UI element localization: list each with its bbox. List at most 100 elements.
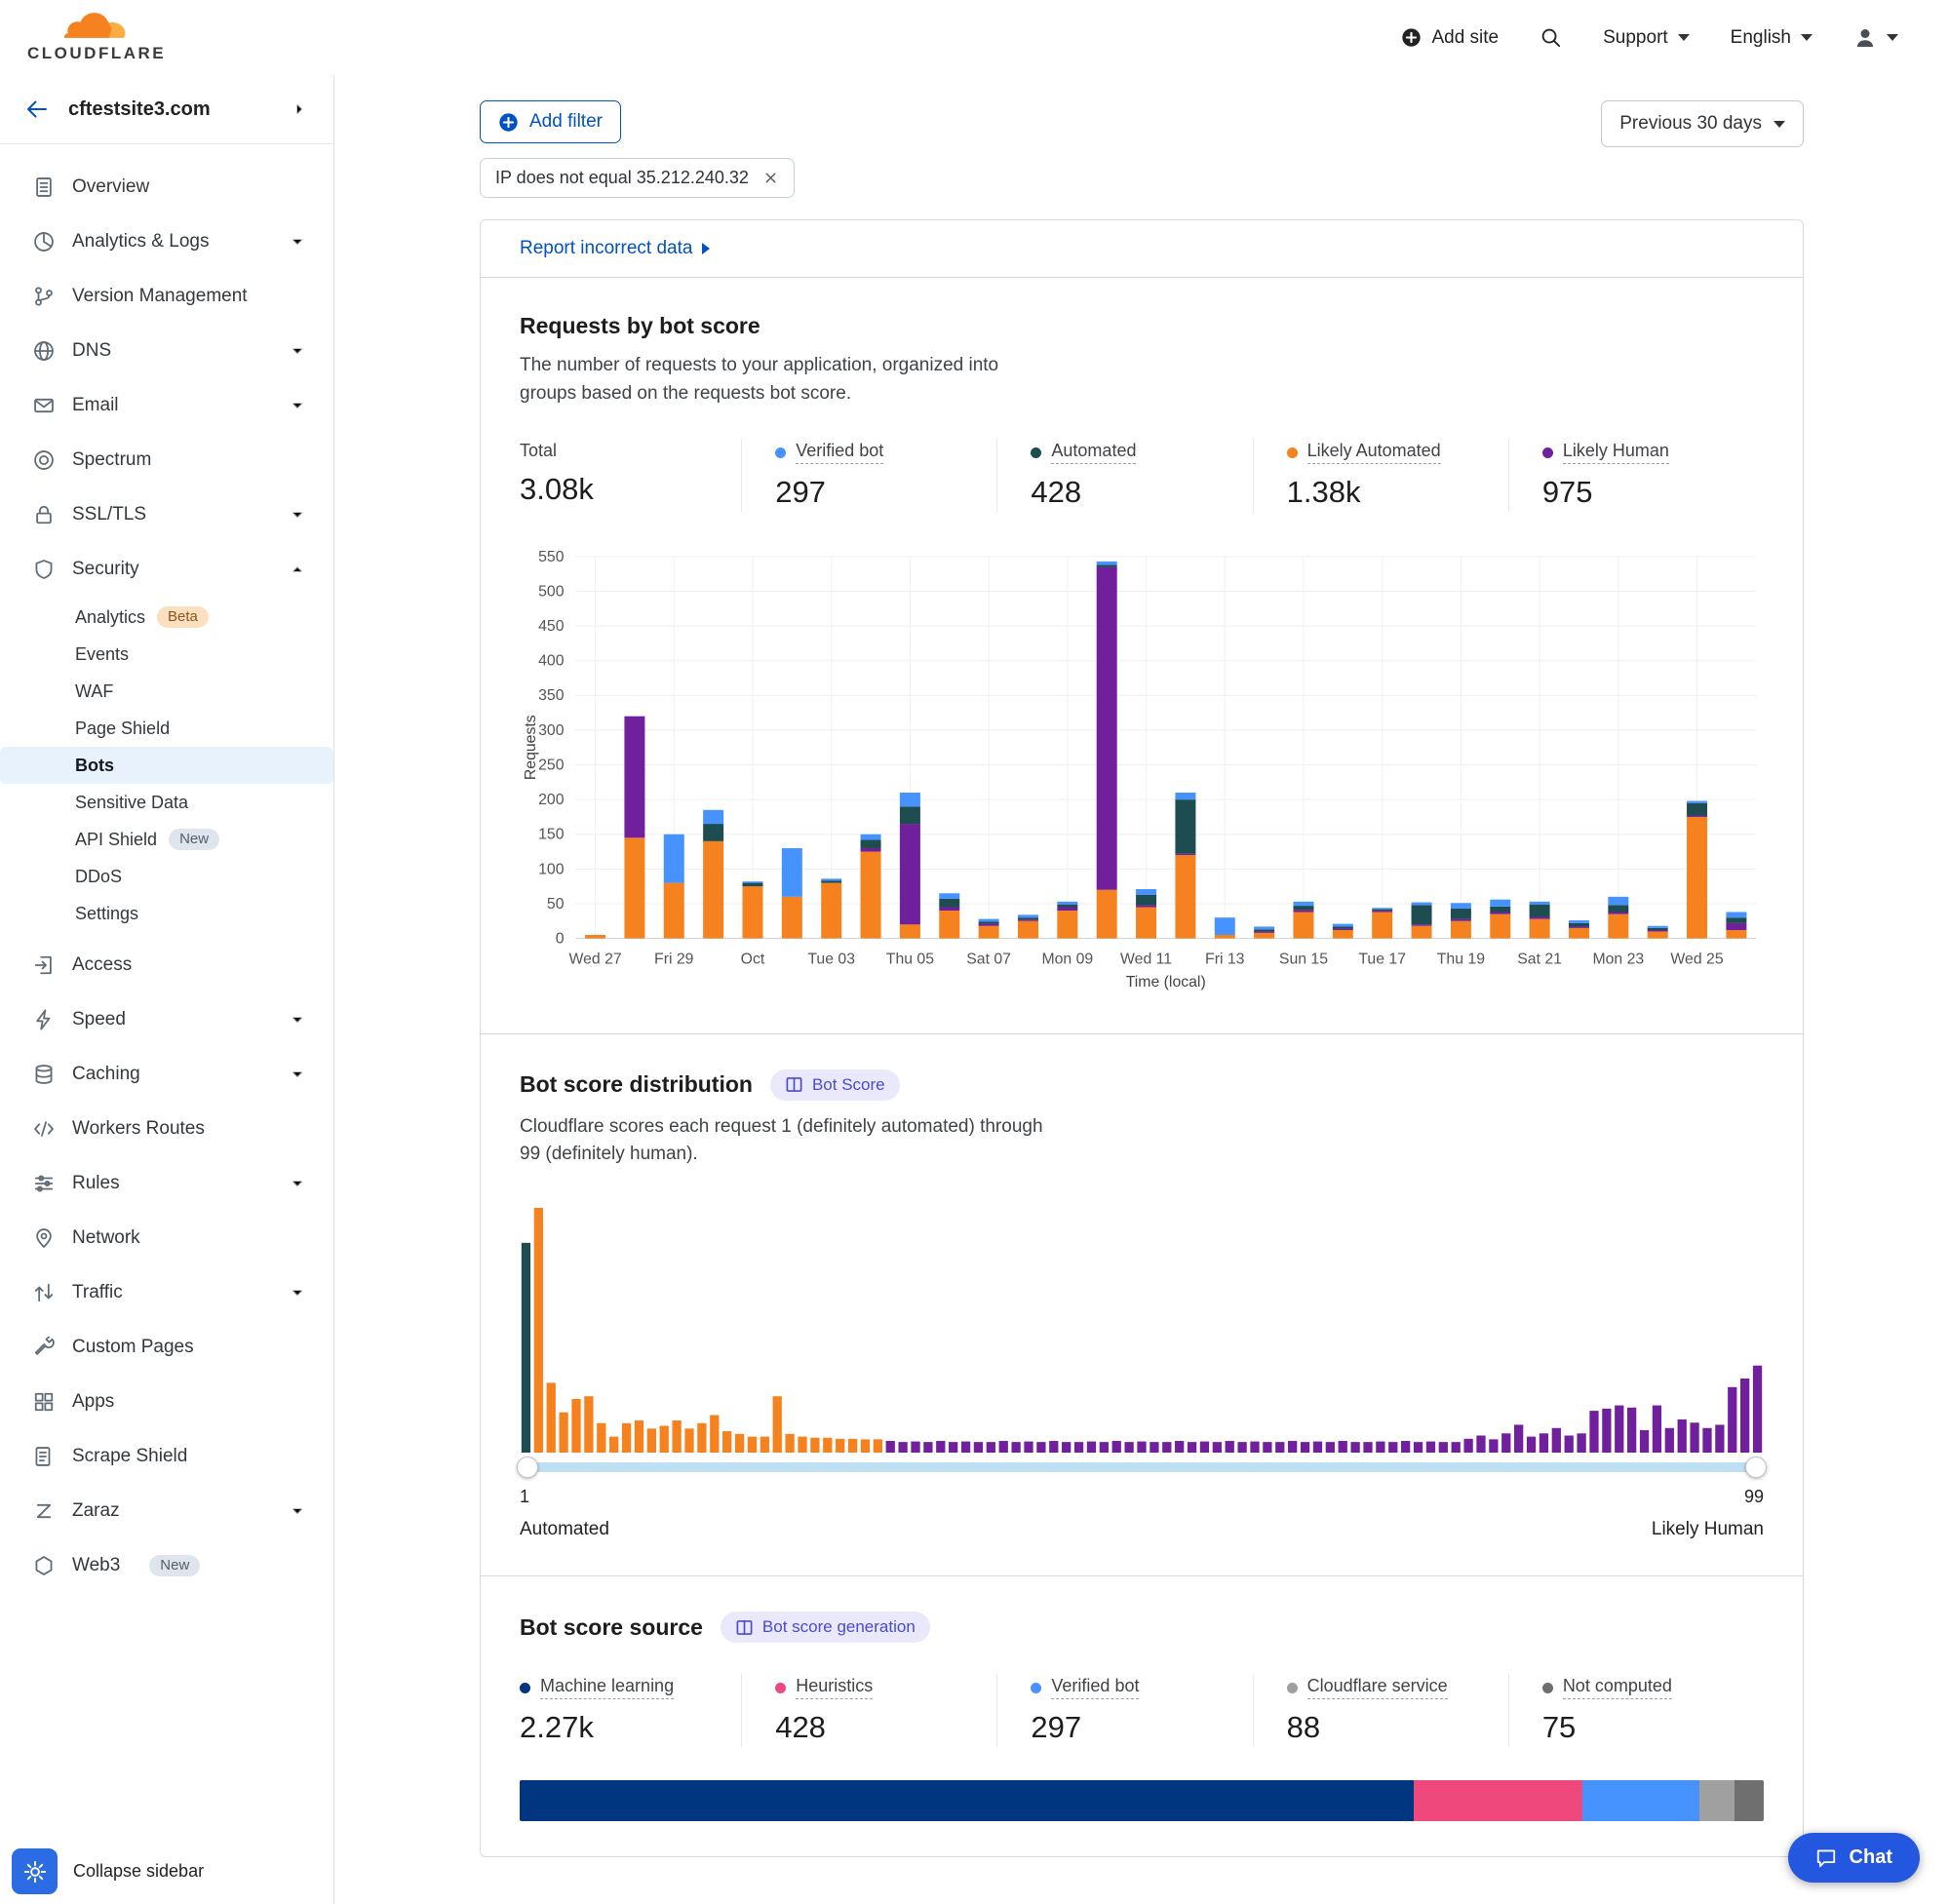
- stat-label[interactable]: Cloudflare service: [1307, 1676, 1448, 1699]
- location-pin-icon: [33, 1227, 55, 1249]
- date-range-selector[interactable]: Previous 30 days: [1601, 100, 1804, 147]
- support-label: Support: [1603, 27, 1668, 49]
- filter-toolbar: Add filter IP does not equal 35.212.240.…: [480, 100, 1804, 198]
- language-menu[interactable]: English: [1731, 27, 1813, 49]
- database-icon: [33, 1064, 55, 1085]
- back-arrow-icon[interactable]: [25, 97, 49, 121]
- sidebar-item-access[interactable]: Access: [0, 938, 333, 992]
- close-icon[interactable]: [762, 170, 779, 186]
- account-menu[interactable]: [1853, 26, 1898, 50]
- hexagon-icon: [33, 1555, 55, 1576]
- gear-icon: [23, 1860, 47, 1884]
- chat-label: Chat: [1850, 1846, 1892, 1869]
- legend-dot: [1542, 447, 1553, 458]
- filter-chip[interactable]: IP does not equal 35.212.240.32: [480, 158, 795, 198]
- stat-label[interactable]: Likely Human: [1563, 441, 1669, 464]
- chevron-down-icon: [1887, 34, 1898, 41]
- sidebar-item-label: Email: [72, 395, 271, 416]
- sidebar-item-workers-routes[interactable]: Workers Routes: [0, 1102, 333, 1156]
- sidebar-item-security-bots[interactable]: Bots: [0, 747, 333, 784]
- sidebar-item-security-api-shield[interactable]: API Shield New: [0, 821, 333, 858]
- support-menu[interactable]: Support: [1603, 27, 1690, 49]
- sidebar-item-security-sensitive-data[interactable]: Sensitive Data: [0, 784, 333, 821]
- legend-dot: [775, 1683, 786, 1693]
- slider-handle-min[interactable]: [517, 1457, 538, 1478]
- chat-button[interactable]: Chat: [1788, 1833, 1920, 1883]
- bot-score-docs-badge[interactable]: Bot Score: [770, 1069, 900, 1101]
- collapse-sidebar-button[interactable]: Collapse sidebar: [73, 1861, 204, 1882]
- source-bar-segment: [520, 1780, 1414, 1821]
- branch-icon: [33, 286, 55, 307]
- settings-gear-button[interactable]: [12, 1848, 58, 1894]
- search-button[interactable]: [1540, 26, 1562, 49]
- sidebar-item-security[interactable]: Security: [0, 542, 333, 597]
- sidebar-item-security-waf[interactable]: WAF: [0, 673, 333, 710]
- section-title: Bot score source: [520, 1614, 703, 1641]
- sidebar-item-label: Custom Pages: [72, 1337, 306, 1358]
- sidebar-item-caching[interactable]: Caching: [0, 1047, 333, 1102]
- slider-handle-max[interactable]: [1745, 1457, 1767, 1478]
- add-site-button[interactable]: Add site: [1401, 27, 1499, 49]
- sidebar-item-security-ddos[interactable]: DDoS: [0, 858, 333, 895]
- sidebar-item-traffic[interactable]: Traffic: [0, 1265, 333, 1320]
- chevron-down-icon: [1678, 34, 1690, 41]
- sidebar-item-apps[interactable]: Apps: [0, 1375, 333, 1429]
- sidebar-item-web3[interactable]: Web3 New: [0, 1538, 333, 1593]
- stat-label[interactable]: Verified bot: [1051, 1676, 1139, 1699]
- stat-label[interactable]: Machine learning: [540, 1676, 674, 1699]
- report-incorrect-data-link[interactable]: Report incorrect data: [481, 220, 1803, 278]
- stat-label[interactable]: Automated: [1051, 441, 1136, 464]
- sidebar-item-version-management[interactable]: Version Management: [0, 269, 333, 324]
- site-header[interactable]: cftestsite3.com: [0, 75, 333, 144]
- sidebar-item-custom-pages[interactable]: Custom Pages: [0, 1320, 333, 1375]
- sidebar-item-spectrum[interactable]: Spectrum: [0, 433, 333, 487]
- svg-text:50: 50: [547, 896, 565, 913]
- stat-value: 1.38k: [1287, 475, 1475, 510]
- cloudflare-cloud-icon: [64, 13, 129, 41]
- sidebar-item-label: Web3: [72, 1555, 120, 1576]
- chevron-right-icon: [291, 100, 308, 118]
- sidebar-item-overview[interactable]: Overview: [0, 160, 333, 214]
- slider-left-category: Automated: [520, 1519, 609, 1540]
- chevron-down-icon: [289, 1011, 306, 1029]
- bot-score-generation-docs-badge[interactable]: Bot score generation: [721, 1612, 930, 1643]
- sliders-icon: [33, 1173, 55, 1194]
- cloudflare-logo[interactable]: CLOUDFLARE: [27, 13, 166, 63]
- sidebar-item-label: Analytics: [75, 607, 145, 628]
- stat-label[interactable]: Likely Automated: [1307, 441, 1441, 464]
- stat-value: 297: [1031, 1710, 1219, 1745]
- book-icon: [785, 1075, 803, 1094]
- slider-track[interactable]: [520, 1462, 1764, 1472]
- sidebar-item-scrape-shield[interactable]: Scrape Shield: [0, 1429, 333, 1484]
- chat-bubble-icon: [1815, 1847, 1837, 1869]
- sidebar-item-analytics-logs[interactable]: Analytics & Logs: [0, 214, 333, 269]
- stat-label[interactable]: Verified bot: [796, 441, 883, 464]
- app-header: CLOUDFLARE Add site Support English: [0, 0, 1949, 75]
- requests-by-bot-score-section: Requests by bot score The number of requ…: [481, 278, 1803, 1033]
- sidebar-item-rules[interactable]: Rules: [0, 1156, 333, 1211]
- stat-label[interactable]: Not computed: [1563, 1676, 1672, 1699]
- stat-value: 428: [775, 1710, 963, 1745]
- add-filter-button[interactable]: Add filter: [480, 100, 621, 143]
- source-bar-segment: [1735, 1780, 1764, 1821]
- sidebar-item-email[interactable]: Email: [0, 378, 333, 433]
- sidebar-item-security-page-shield[interactable]: Page Shield: [0, 710, 333, 747]
- sidebar-item-zaraz[interactable]: Zaraz: [0, 1484, 333, 1538]
- sidebar-item-label: Page Shield: [75, 719, 170, 739]
- sidebar-item-label: Speed: [72, 1009, 271, 1030]
- stat-label[interactable]: Heuristics: [796, 1676, 873, 1699]
- sidebar-item-dns[interactable]: DNS: [0, 324, 333, 378]
- svg-text:Oct: Oct: [741, 951, 765, 967]
- sidebar-item-security-events[interactable]: Events: [0, 636, 333, 673]
- stat-value: 3.08k: [520, 472, 708, 507]
- sidebar-item-speed[interactable]: Speed: [0, 992, 333, 1047]
- chevron-down-icon: [289, 1502, 306, 1520]
- score-range-slider[interactable]: [520, 1457, 1764, 1478]
- sidebar-item-ssl-tls[interactable]: SSL/TLS: [0, 487, 333, 542]
- sidebar-item-security-settings[interactable]: Settings: [0, 895, 333, 932]
- sidebar-item-network[interactable]: Network: [0, 1211, 333, 1265]
- chevron-down-icon: [289, 342, 306, 360]
- svg-text:Sat 07: Sat 07: [966, 951, 1011, 967]
- sidebar-item-label: Access: [72, 954, 306, 976]
- sidebar-item-security-analytics[interactable]: Analytics Beta: [0, 599, 333, 636]
